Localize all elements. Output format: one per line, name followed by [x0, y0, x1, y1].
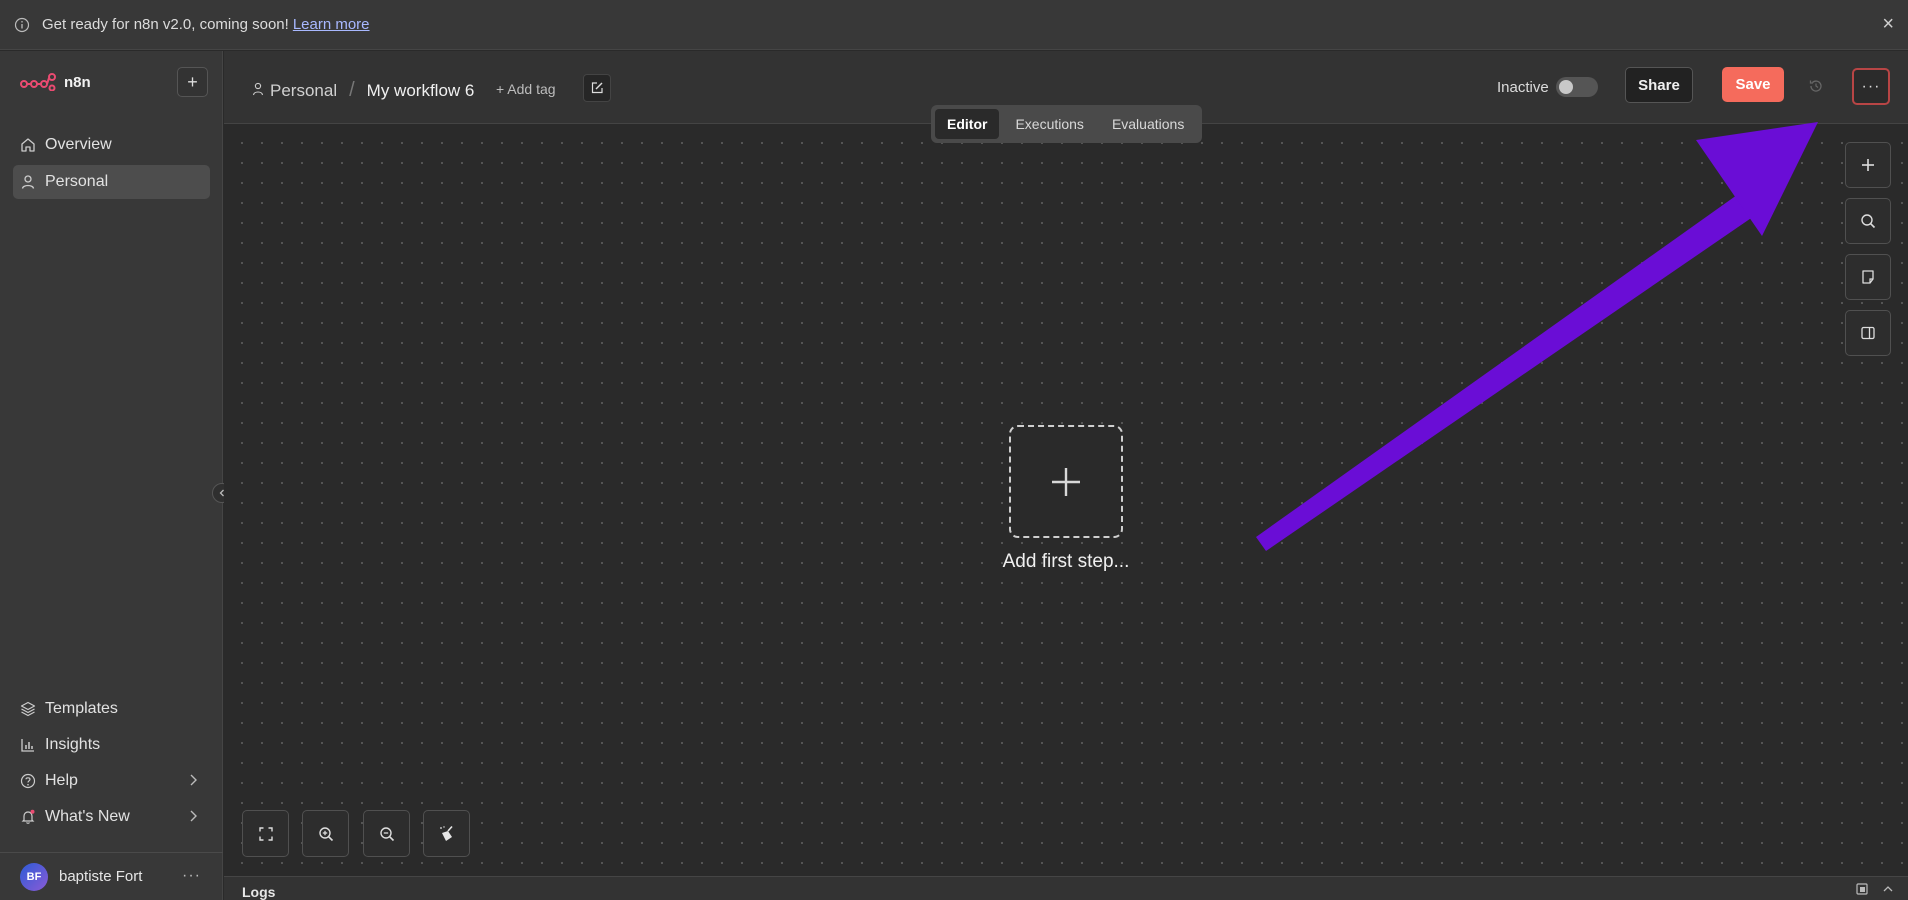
sidebar-item-label: Help — [45, 772, 78, 789]
sidebar-item-label: Templates — [45, 700, 118, 717]
n8n-logo-icon — [20, 73, 56, 91]
breadcrumb: Personal / My workflow 6 — [252, 79, 474, 102]
zoom-out-icon — [379, 826, 394, 841]
user-name: baptiste Fort — [59, 868, 143, 885]
user-icon — [252, 81, 264, 101]
sidebar-item-label: Insights — [45, 736, 101, 753]
search-nodes-button[interactable] — [1845, 198, 1891, 244]
add-first-step-button[interactable] — [1009, 425, 1123, 538]
sidebar-item-overview[interactable]: Overview — [13, 128, 210, 162]
pop-out-icon[interactable] — [1856, 883, 1868, 895]
info-icon — [14, 17, 30, 33]
share-button[interactable]: Share — [1625, 67, 1693, 103]
add-button[interactable]: + — [177, 67, 208, 97]
breadcrumb-project[interactable]: Personal — [270, 81, 337, 101]
sidebar-item-insights[interactable]: Insights — [13, 728, 210, 762]
add-first-step-label: Add first step... — [1002, 551, 1130, 572]
tab-editor[interactable]: Editor — [935, 109, 1000, 139]
sidebar-item-help[interactable]: Help — [13, 764, 210, 798]
chevron-up-icon[interactable] — [1882, 883, 1894, 895]
search-icon — [1861, 214, 1876, 229]
view-tabs: Editor Executions Evaluations — [931, 105, 1202, 143]
logs-panel-bar[interactable]: Logs — [224, 876, 1908, 900]
fit-view-button[interactable] — [242, 810, 289, 857]
chevron-right-icon — [186, 808, 200, 829]
zoom-in-button[interactable] — [302, 810, 349, 857]
zoom-in-icon — [318, 826, 333, 841]
banner-message: Get ready for n8n v2.0, coming soon! — [42, 16, 289, 33]
breadcrumb-separator: / — [349, 79, 355, 101]
sidebar-item-label: What's New — [45, 808, 130, 825]
logs-controls — [1856, 883, 1894, 895]
help-icon — [20, 773, 36, 789]
logs-label: Logs — [242, 884, 276, 900]
edit-icon — [591, 82, 603, 94]
sidebar-item-label: Personal — [45, 173, 109, 190]
logo[interactable]: n8n — [20, 73, 91, 91]
bell-icon — [20, 809, 36, 825]
active-status-label: Inactive — [1497, 79, 1549, 96]
sidebar-item-label: Overview — [45, 136, 112, 153]
add-sticky-note-button[interactable] — [1845, 254, 1891, 300]
templates-icon — [20, 701, 36, 717]
tab-executions[interactable]: Executions — [1003, 109, 1095, 139]
sticky-note-icon — [1862, 270, 1874, 284]
active-toggle[interactable] — [1556, 77, 1598, 97]
tidy-up-button[interactable] — [423, 810, 470, 857]
sidebar-item-templates[interactable]: Templates — [13, 692, 210, 726]
add-tag-button[interactable]: + Add tag — [496, 81, 556, 97]
tab-evaluations[interactable]: Evaluations — [1100, 109, 1196, 139]
plus-icon — [1862, 159, 1874, 171]
learn-more-link[interactable]: Learn more — [293, 16, 370, 33]
chevron-right-icon — [186, 772, 200, 793]
announcement-banner: Get ready for n8n v2.0, coming soon! Lea… — [0, 0, 1908, 50]
broom-icon — [439, 825, 453, 841]
panel-right-icon — [1861, 326, 1875, 340]
save-button[interactable]: Save — [1722, 67, 1784, 102]
zoom-out-button[interactable] — [363, 810, 410, 857]
avatar: BF — [20, 862, 48, 891]
close-icon[interactable]: × — [1882, 13, 1894, 35]
fullscreen-icon — [258, 826, 273, 841]
toggle-knob — [1559, 80, 1573, 94]
toggle-panel-button[interactable] — [1845, 310, 1891, 356]
home-icon — [20, 137, 36, 153]
open-nodes-panel-button[interactable] — [1845, 142, 1891, 188]
user-menu[interactable]: BF baptiste Fort ··· — [0, 852, 223, 900]
sidebar-item-personal[interactable]: Personal — [13, 165, 210, 199]
sidebar: n8n + Overview Personal Templates Insigh… — [0, 51, 223, 900]
logo-text: n8n — [64, 73, 91, 91]
workflow-name[interactable]: My workflow 6 — [367, 81, 475, 101]
sidebar-item-whats-new[interactable]: What's New — [13, 800, 210, 834]
user-icon — [20, 174, 36, 190]
more-icon[interactable]: ··· — [182, 867, 201, 885]
chart-icon — [20, 737, 36, 753]
edit-description-button[interactable] — [583, 74, 611, 102]
more-options-button[interactable]: ··· — [1852, 68, 1890, 105]
plus-icon — [1052, 467, 1080, 496]
history-icon[interactable] — [1808, 78, 1824, 94]
